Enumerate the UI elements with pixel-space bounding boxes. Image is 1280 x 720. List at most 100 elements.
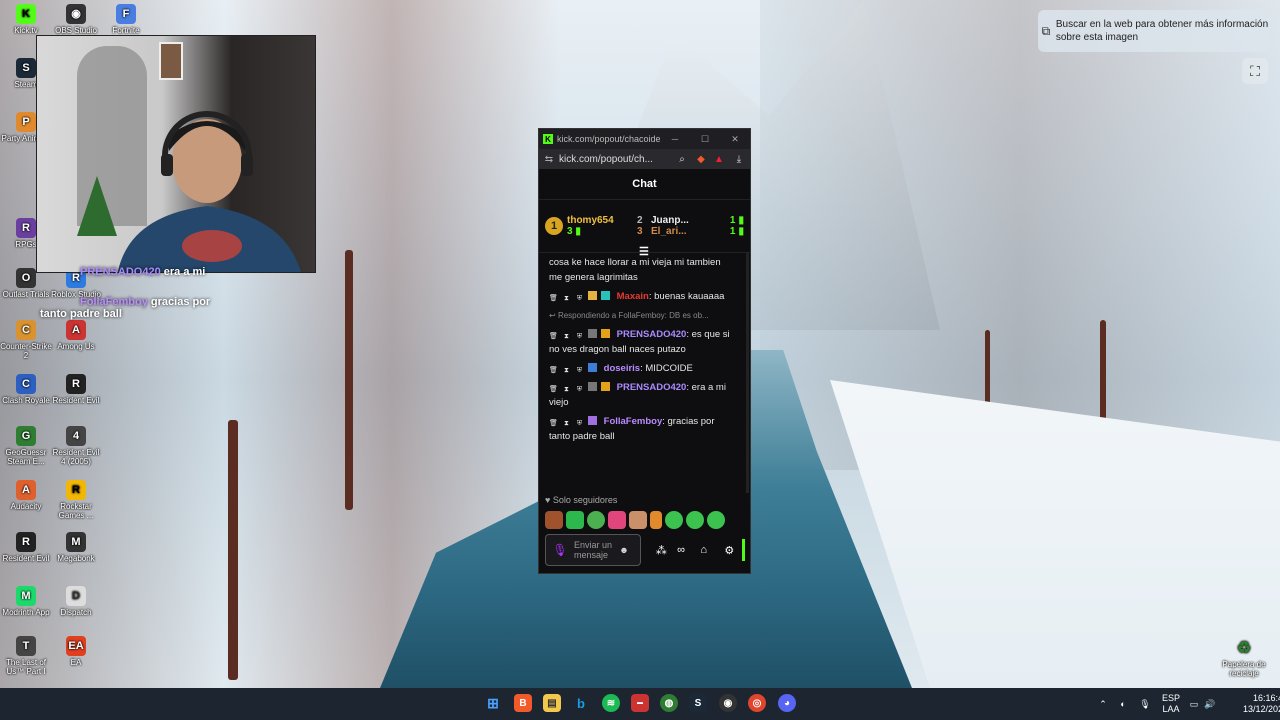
chevron-up-icon[interactable]: ⌃ (1094, 699, 1112, 710)
close-button[interactable]: ✕ (720, 134, 750, 145)
resident-evil-4-icon: 4 (66, 426, 86, 446)
reply-context[interactable]: ↩ Respondiendo a FollaFemboy: DB es ob..… (539, 306, 744, 325)
discord-icon[interactable]: ◕ (778, 694, 796, 712)
desktop-icon-geoguessr[interactable]: G GeoGuessr Steam E... (0, 426, 52, 466)
emote-button[interactable] (686, 511, 704, 529)
brave-rewards-icon[interactable]: ▲ (710, 154, 728, 165)
settings-gear-icon[interactable]: ⚙ (716, 544, 742, 557)
language-indicator[interactable]: ESP LAA (1156, 693, 1186, 715)
webcam-overlay (36, 35, 316, 273)
mic-icon[interactable]: 🎙 (546, 544, 574, 556)
app-icon[interactable]: ▬ (631, 694, 649, 712)
clock[interactable]: 16:16:4513/12/2025 (1218, 693, 1280, 715)
followers-only-notice: ♥ Solo seguidores (545, 495, 618, 505)
delete-icon[interactable]: 🗑 (549, 385, 558, 394)
emote-button[interactable] (629, 511, 647, 529)
ban-icon[interactable]: ⛨ (575, 332, 584, 341)
timeout-icon[interactable]: ⧗ (562, 366, 571, 375)
obs-icon[interactable]: ◉ (719, 694, 737, 712)
chat-username[interactable]: FollaFemboy (604, 416, 663, 427)
microphone-icon[interactable]: 🎙 (1134, 699, 1156, 710)
network-icon[interactable]: ▭ (1186, 699, 1202, 710)
site-settings-icon[interactable]: ⇆ (539, 154, 559, 165)
desktop-icon-megabonk[interactable]: M Megabonk (50, 532, 102, 563)
chrome-icon[interactable]: ◎ (748, 694, 766, 712)
store-icon[interactable]: ⌂ (691, 544, 717, 556)
emote-button[interactable] (650, 511, 662, 529)
tray-app-icon[interactable]: ◐ (1112, 699, 1134, 709)
emote-button[interactable] (587, 511, 605, 529)
infinity-icon[interactable]: ∞ (671, 544, 691, 556)
desktop-icon-ea[interactable]: EA EA (50, 636, 102, 667)
desktop-icon-resident-evil-4[interactable]: 4 Resident Evil 4 (2005) (50, 426, 102, 466)
emote-button[interactable] (608, 511, 626, 529)
desktop-icon-obs[interactable]: ◉ OBS Studio (50, 4, 102, 35)
ban-icon[interactable]: ⛨ (575, 294, 584, 303)
screen-capture-button[interactable]: ⛶ (1242, 58, 1268, 84)
overlay-text: era a mi (163, 266, 206, 278)
desktop-icon-clash-royale[interactable]: C Clash Royale (0, 374, 52, 405)
desktop-icon-audacity[interactable]: A Audacity (0, 480, 52, 511)
delete-icon[interactable]: 🗑 (549, 294, 558, 303)
desktop-icon-rockstar[interactable]: R Rockstar Games ... (50, 480, 102, 520)
emote-button[interactable] (566, 511, 584, 529)
file-explorer-icon[interactable]: ▤ (543, 694, 561, 712)
desktop-icon-resident-evil-2[interactable]: R Resident Evil (0, 532, 52, 563)
brave-shield-icon[interactable]: ◆ (692, 154, 710, 165)
desktop-icon-recycle-bin[interactable]: ♻ Papelera de reciclaje (1216, 638, 1272, 678)
delete-icon[interactable]: 🗑 (549, 332, 558, 341)
chat-username[interactable]: PRENSADO420 (617, 382, 687, 393)
desktop-icon-modrinth[interactable]: M Modrinth App (0, 586, 52, 617)
desktop-icon-fortnite[interactable]: F Fortnite (100, 4, 152, 35)
desktop-icon-dispatch[interactable]: D Dispatch (50, 586, 102, 617)
desktop-icon-kick[interactable]: K Kick.tv (0, 4, 52, 35)
maximize-button[interactable]: ☐ (690, 134, 720, 145)
ban-icon[interactable]: ⛨ (575, 366, 584, 375)
minimize-button[interactable]: ─ (660, 134, 690, 144)
chat-username[interactable]: Maxain (617, 291, 649, 302)
emote-picker-icon[interactable]: ☻ (614, 545, 634, 555)
outlast-icon: O (16, 268, 36, 288)
address-bar[interactable]: ⇆ kick.com/popout/ch... ⌕ ◆ ▲ ⤓ (539, 149, 750, 169)
bing-icon[interactable]: b (572, 694, 590, 712)
desktop-icon-counter-strike[interactable]: C Counter-Strike 2 (0, 320, 52, 360)
desktop-icon-the-last-of-us[interactable]: T The Last of Us™ Part I (0, 636, 52, 676)
chat-popout-window: K kick.com/popout/chacoide/... ─ ☐ ✕ ⇆ k… (538, 128, 751, 574)
leader-count: 3 ▮ (567, 226, 581, 237)
download-icon[interactable]: ⤓ (728, 154, 750, 165)
delete-icon[interactable]: 🗑 (549, 419, 558, 428)
delete-icon[interactable]: 🗑 (549, 366, 558, 375)
desktop-icon-among-us[interactable]: A Among Us (50, 320, 102, 351)
wall-picture (159, 42, 183, 80)
emote-button[interactable] (545, 511, 563, 529)
ban-icon[interactable]: ⛨ (575, 385, 584, 394)
chat-message: 🗑 ⧗ ⛨ FollaFemboy: gracias por tanto padre… (549, 416, 715, 442)
chat-input[interactable]: 🎙 Enviar un mensaje ☻ (545, 534, 642, 566)
chat-scrollbar[interactable] (746, 253, 749, 493)
steam-icon[interactable]: S (689, 694, 707, 712)
desktop-icon-resident-evil[interactable]: R Resident Evil (50, 374, 102, 405)
overlay-user: PRENSADO420 (80, 266, 161, 278)
spotify-icon[interactable]: ≋ (602, 694, 620, 712)
modrinth-icon: M (16, 586, 36, 606)
timeout-icon[interactable]: ⧗ (562, 419, 571, 428)
volume-icon[interactable]: 🔊 (1202, 699, 1218, 710)
emote-button[interactable] (707, 511, 725, 529)
emote-button[interactable] (665, 511, 683, 529)
zoom-icon[interactable]: ⌕ (672, 154, 692, 165)
start-icon[interactable]: ⊞ (484, 694, 502, 712)
points-icon[interactable]: ⁂ (651, 544, 671, 557)
visual-search-popup[interactable]: ⧉ Buscar en la web para obtener más info… (1038, 10, 1270, 52)
timeout-icon[interactable]: ⧗ (562, 385, 571, 394)
timeout-icon[interactable]: ⧗ (562, 294, 571, 303)
geoguessr-icon: G (16, 426, 36, 446)
ban-icon[interactable]: ⛨ (575, 419, 584, 428)
cs2-icon: C (16, 320, 36, 340)
fortnite-icon: F (116, 4, 136, 24)
geoguessr-icon[interactable]: ◍ (660, 694, 678, 712)
brave-icon[interactable]: B (514, 694, 532, 712)
chat-username[interactable]: PRENSADO420 (617, 329, 687, 340)
timeout-icon[interactable]: ⧗ (562, 332, 571, 341)
kick-icon: K (16, 4, 36, 24)
chat-username[interactable]: doseiris (604, 363, 640, 374)
